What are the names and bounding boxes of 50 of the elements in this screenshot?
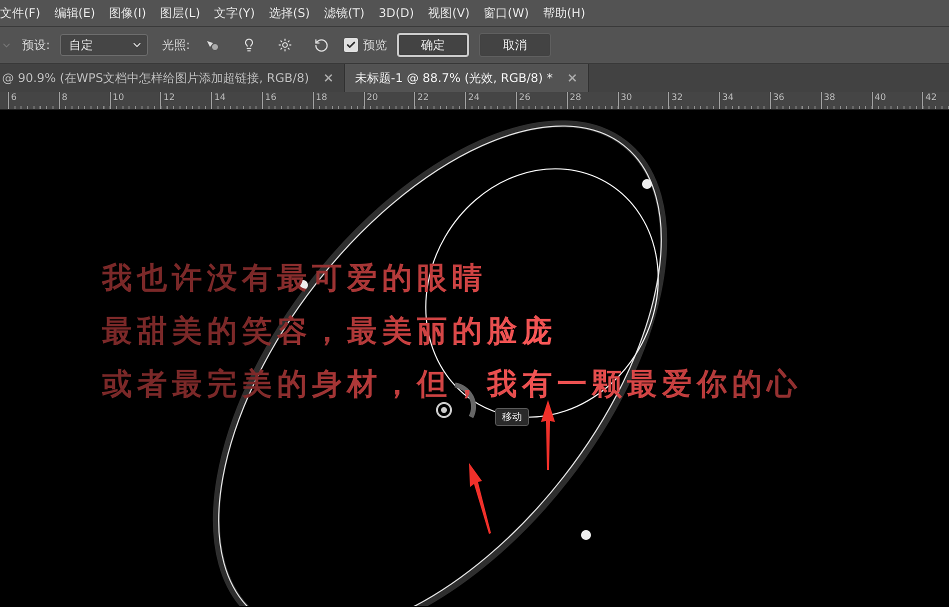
cancel-button[interactable]: 取消	[479, 33, 552, 57]
ruler-label: 14	[211, 92, 262, 109]
menu-item[interactable]: 视图(V)	[428, 4, 478, 22]
arrow-drawing	[541, 400, 555, 470]
preview-checkbox[interactable]	[344, 38, 358, 52]
ellipse-handle[interactable]	[298, 280, 308, 290]
ruler-label: 8	[58, 92, 110, 109]
preview-label: 预览	[363, 36, 388, 54]
menu-item[interactable]: 图层(L)	[160, 4, 208, 22]
ruler-label: 16	[262, 92, 313, 109]
close-icon[interactable]: ×	[566, 70, 578, 86]
ellipse-handle[interactable]	[642, 179, 652, 189]
ruler-label: 40	[872, 92, 922, 109]
ok-button[interactable]: 确定	[397, 33, 470, 57]
ruler-label: 32	[668, 92, 720, 109]
ruler-label: 26	[516, 92, 567, 109]
menu-item[interactable]: 帮助(H)	[542, 4, 594, 22]
ruler-label: 20	[364, 92, 414, 109]
ruler-label: 6	[8, 92, 59, 109]
ruler-label: 42	[922, 92, 949, 109]
ruler-label: 34	[719, 92, 770, 109]
ruler-label: 28	[566, 92, 618, 109]
ellipse-handle[interactable]	[581, 530, 591, 540]
tooltip: 移动	[495, 408, 529, 426]
arrow-drawing	[469, 463, 491, 534]
ruler-label: 22	[414, 92, 466, 109]
document-tab[interactable]: 未标题-1 @ 88.7% (光效, RGB/8) * ×	[344, 64, 589, 92]
menu-item[interactable]: 选择(S)	[268, 4, 318, 22]
preset-dropdown[interactable]: 自定	[60, 34, 148, 56]
ruler-label: 24	[465, 92, 516, 109]
menu-item[interactable]: 编辑(E)	[54, 4, 104, 22]
menu-item[interactable]: 文件(F)	[0, 4, 48, 22]
ruler-label: 38	[820, 92, 872, 109]
ruler-label: 30	[618, 92, 668, 109]
preset-label: 预设:	[22, 36, 50, 54]
menu-item[interactable]: 滤镜(T)	[324, 4, 373, 22]
target-icon[interactable]	[436, 402, 452, 418]
menu-item[interactable]: 窗口(W)	[484, 4, 537, 22]
checkmark-icon	[346, 40, 356, 50]
close-icon[interactable]: ×	[323, 70, 334, 86]
intensity-arc[interactable]	[454, 382, 476, 418]
ruler-label: 10	[110, 92, 160, 109]
menu-item[interactable]: 图像(I)	[109, 4, 154, 22]
ruler-label: 12	[160, 92, 212, 109]
menu-item[interactable]: 3D(D)	[378, 6, 422, 20]
document-tab[interactable]: @ 90.9% (在WPS文档中怎样给图片添加超链接, RGB/8) ×	[0, 64, 345, 92]
lighting-label: 光照:	[162, 36, 190, 54]
ruler-label: 36	[770, 92, 821, 109]
menu-item[interactable]: 文字(Y)	[214, 4, 263, 22]
ruler-label: 18	[312, 92, 364, 109]
